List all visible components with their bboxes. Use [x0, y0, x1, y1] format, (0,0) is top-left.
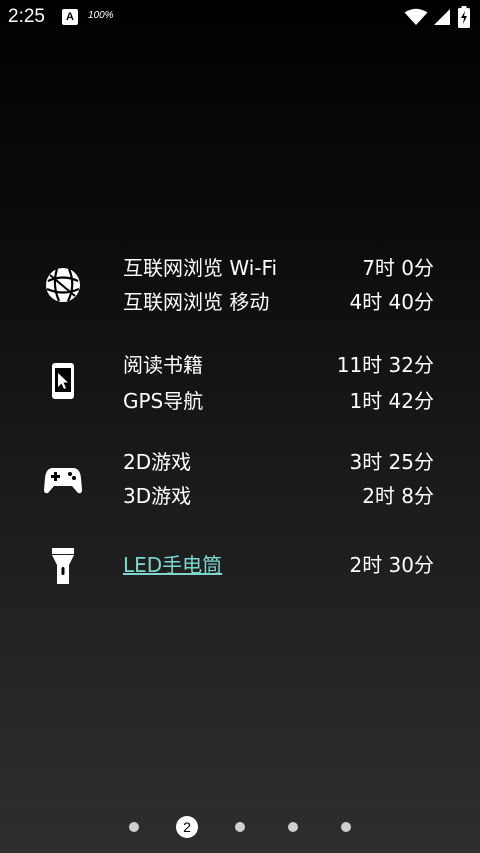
- page-dot[interactable]: [129, 822, 139, 832]
- page-dot[interactable]: [235, 822, 245, 832]
- usage-group-flashlight: LED手电筒 2时 30分: [0, 548, 480, 590]
- page-dot[interactable]: [341, 822, 351, 832]
- usage-group-reading: 阅读书籍 11时 32分 GPS导航 1时 42分: [0, 350, 480, 422]
- notification-letter: A: [66, 11, 74, 23]
- battery-percent: 100%: [88, 10, 114, 21]
- usage-label: 互联网浏览 移动: [123, 290, 270, 314]
- status-time: 2:25: [8, 6, 45, 27]
- gamepad-icon: [44, 468, 82, 494]
- page-dot[interactable]: [288, 822, 298, 832]
- usage-value: 1时 42分: [349, 389, 434, 413]
- usage-value: 3时 25分: [349, 450, 434, 474]
- usage-value: 2时 30分: [349, 553, 434, 577]
- usage-row: 3D游戏 2时 8分: [123, 481, 434, 511]
- flashlight-link[interactable]: LED手电筒: [123, 550, 222, 580]
- page-dot-active[interactable]: 2: [176, 816, 198, 838]
- usage-value: 7时 0分: [362, 256, 434, 280]
- globe-icon: [46, 268, 80, 302]
- status-icons: [404, 6, 474, 28]
- usage-row: 阅读书籍 11时 32分: [123, 350, 434, 380]
- usage-row: 互联网浏览 Wi-Fi 7时 0分: [123, 253, 434, 283]
- usage-value: 2时 8分: [362, 484, 434, 508]
- battery-charging-icon: [458, 6, 470, 28]
- page-indicator: 2: [0, 815, 480, 839]
- usage-row: 互联网浏览 移动 4时 40分: [123, 287, 434, 317]
- flashlight-icon: [52, 548, 74, 584]
- usage-group-games: 2D游戏 3时 25分 3D游戏 2时 8分: [0, 447, 480, 519]
- tablet-touch-icon: [52, 363, 74, 399]
- usage-label: 3D游戏: [123, 484, 192, 508]
- usage-row: 2D游戏 3时 25分: [123, 447, 434, 477]
- usage-label: 2D游戏: [123, 450, 192, 474]
- usage-label: 阅读书籍: [123, 353, 203, 377]
- usage-label: GPS导航: [123, 389, 204, 413]
- usage-value: 11时 32分: [336, 353, 434, 377]
- wifi-icon: [404, 8, 428, 25]
- usage-row: LED手电筒 2时 30分: [123, 550, 434, 580]
- status-bar: 2:25 A 100%: [0, 0, 480, 34]
- usage-value: 4时 40分: [349, 290, 434, 314]
- signal-icon: [434, 9, 450, 25]
- usage-row: GPS导航 1时 42分: [123, 386, 434, 416]
- usage-group-internet: 互联网浏览 Wi-Fi 7时 0分 互联网浏览 移动 4时 40分: [0, 253, 480, 325]
- usage-label: 互联网浏览 Wi-Fi: [123, 256, 278, 280]
- notification-a-icon: A: [62, 9, 78, 25]
